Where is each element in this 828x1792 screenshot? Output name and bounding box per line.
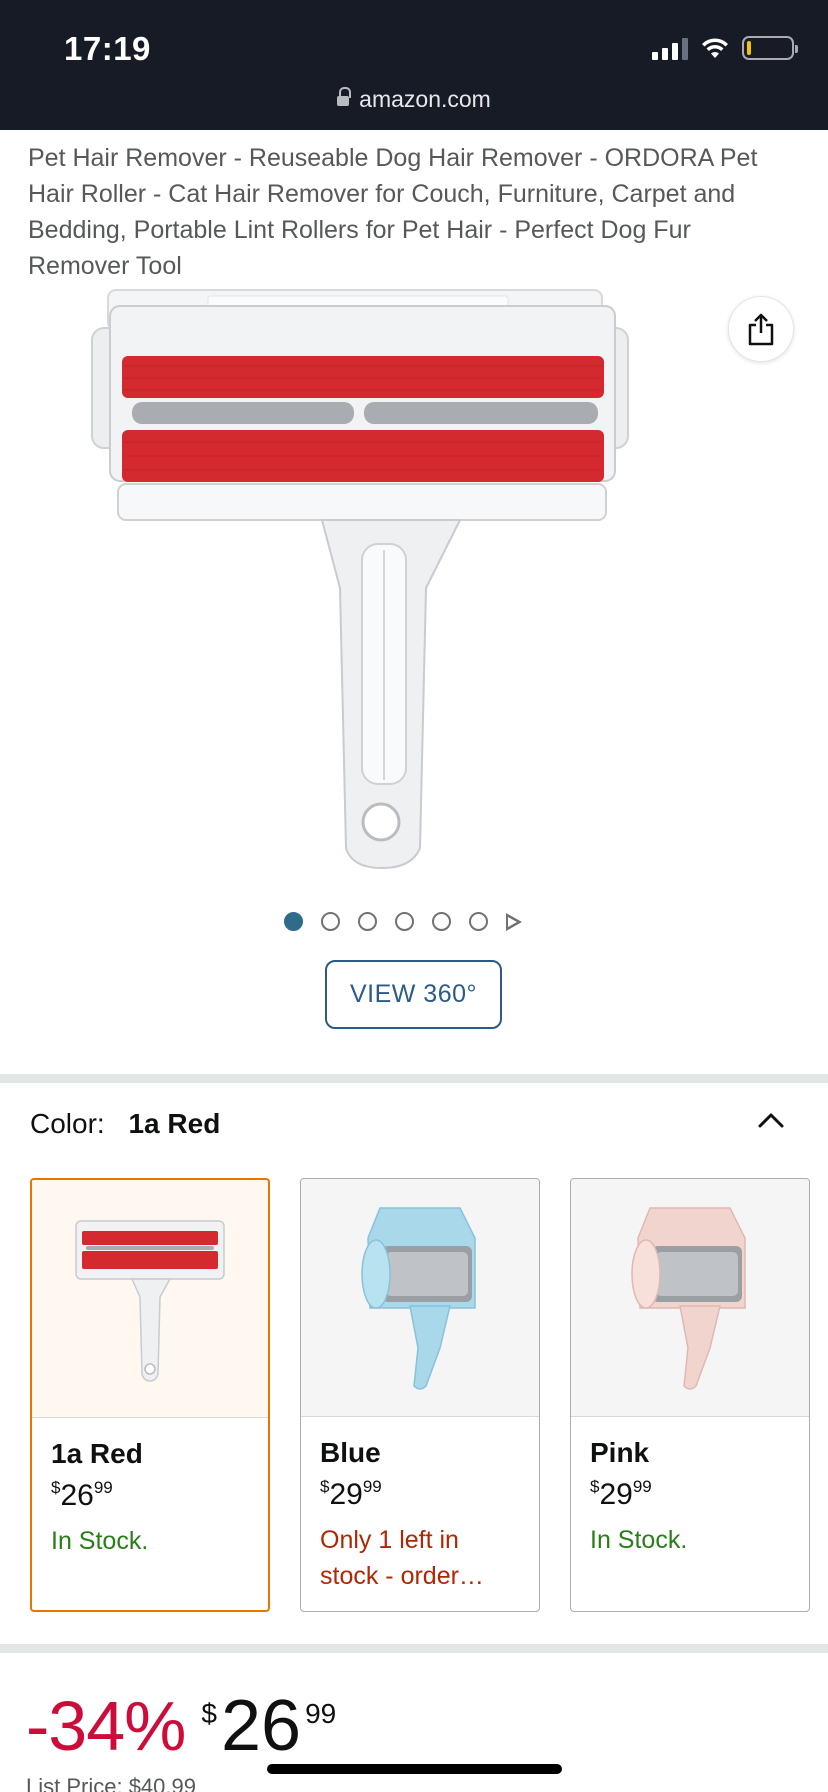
carousel-dot[interactable] <box>395 912 414 931</box>
carousel-dot[interactable] <box>358 912 377 931</box>
lock-icon <box>337 86 352 109</box>
swatch-price: $2699 <box>51 1478 113 1512</box>
roller-thumbnail-blue <box>361 1206 476 1390</box>
selected-color: 1a Red <box>128 1108 221 1139</box>
swatch-name: Blue <box>320 1437 381 1468</box>
status-bar: 17:19 amazon.com <box>0 0 828 130</box>
swatch-red[interactable]: 1a Red $2699 In Stock. <box>30 1178 270 1612</box>
view-360-button[interactable]: VIEW 360° <box>325 960 502 1029</box>
swatch-thumbnail <box>301 1179 539 1417</box>
price-row: -34% $ 26 99 <box>26 1686 336 1766</box>
swatch-blue[interactable]: Blue $2999 Only 1 left in stock - order… <box>300 1178 540 1612</box>
status-time: 17:19 <box>64 30 151 67</box>
product-image[interactable] <box>90 288 730 878</box>
carousel-dot[interactable] <box>432 912 451 931</box>
section-divider <box>0 1074 828 1083</box>
color-label-row: Color: 1a Red <box>30 1108 220 1140</box>
swatch-price: $2999 <box>590 1477 652 1511</box>
color-label: Color: <box>30 1108 105 1139</box>
current-price: $ 26 99 <box>201 1686 337 1766</box>
carousel-dot[interactable] <box>284 912 303 931</box>
wifi-icon <box>702 38 728 58</box>
video-play-icon[interactable] <box>506 912 522 931</box>
swatch-price: $2999 <box>320 1477 382 1511</box>
share-button[interactable] <box>728 296 794 362</box>
swatch-pink[interactable]: Pink $2999 In Stock. <box>570 1178 810 1612</box>
swatch-name: Pink <box>590 1437 650 1468</box>
swatch-name: 1a Red <box>51 1438 143 1469</box>
carousel-dot[interactable] <box>469 912 488 931</box>
battery-icon <box>742 36 798 60</box>
signal-icon <box>652 36 688 60</box>
carousel-dot[interactable] <box>321 912 340 931</box>
section-divider <box>0 1644 828 1653</box>
status-icons <box>652 36 798 60</box>
roller-thumbnail-pink <box>631 1206 746 1390</box>
product-title: Pet Hair Remover - Reuseable Dog Hair Re… <box>28 144 758 280</box>
swatch-thumbnail <box>32 1180 268 1418</box>
roller-thumbnail-red <box>75 1219 225 1382</box>
chevron-up-icon[interactable] <box>758 1108 784 1134</box>
url-text: amazon.com <box>359 86 491 112</box>
carousel-dots <box>284 912 522 931</box>
list-price: List Price: $40.99 <box>26 1774 196 1792</box>
discount-percent: -34% <box>26 1687 186 1765</box>
swatch-stock: In Stock. <box>51 1527 149 1555</box>
swatch-stock: In Stock. <box>590 1526 688 1554</box>
color-swatches: 1a Red $2699 In Stock. Blue $2999 Only 1… <box>30 1178 810 1612</box>
address-bar[interactable]: amazon.com <box>0 86 828 113</box>
share-icon <box>748 313 774 346</box>
swatch-thumbnail <box>571 1179 809 1417</box>
swatch-stock: Only 1 left in stock - order… <box>320 1526 484 1590</box>
home-indicator <box>267 1764 562 1774</box>
